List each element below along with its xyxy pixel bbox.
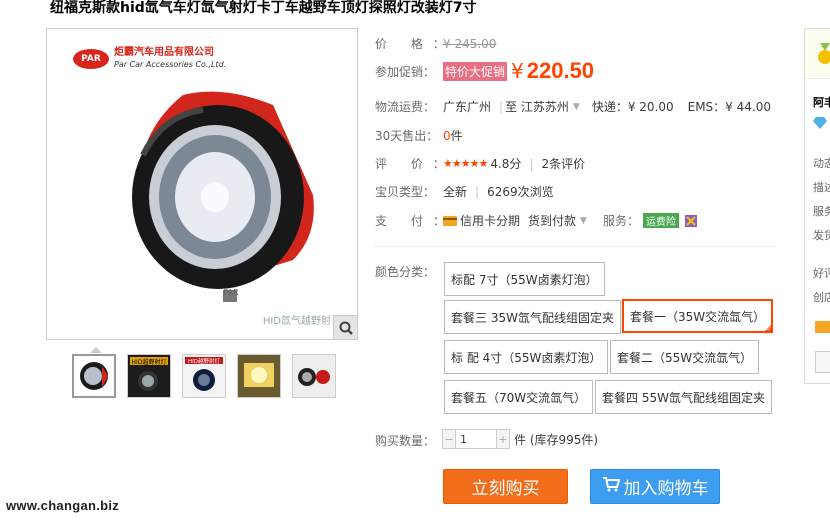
sku-option-3-selected[interactable]: 套餐一（35W交流氙气） ✓ xyxy=(622,299,774,333)
credit-card-icon xyxy=(443,215,457,226)
quantity-label: 购买数量： xyxy=(375,434,436,448)
thumbnail-1[interactable] xyxy=(72,354,116,398)
ship-from: 广东广州 xyxy=(443,100,492,114)
sku-option-3-label: 套餐一（35W交流氙气） xyxy=(630,309,766,324)
star-rating-icon: ★★★★★ xyxy=(443,157,488,170)
review-count-link[interactable]: 2条评价 xyxy=(541,155,585,172)
quantity-input[interactable]: 1 xyxy=(456,429,496,449)
quantity-stepper: − 1 + 件 (库存995件) xyxy=(442,429,598,449)
thumbnail-2[interactable]: HID越野射灯 xyxy=(127,354,171,398)
sales-count: 0 xyxy=(443,128,451,143)
thumbnail-5[interactable] xyxy=(292,354,336,398)
medal-icon xyxy=(818,43,830,64)
image-watermark: HID氙气越野射 xyxy=(262,316,331,327)
sku-option-4[interactable]: 标 配 4寸（55W卤素灯泡） xyxy=(444,340,609,374)
shop-rating-dynamic: 动态 xyxy=(813,157,830,170)
rating-label: 评 价： xyxy=(375,157,455,171)
buy-now-button[interactable]: 立刻购买 xyxy=(443,469,568,504)
shop-rating-service: 服务 xyxy=(813,205,830,218)
product-title: 纽福克斯款hid氙气车灯氙气射灯卡丁车越野车顶灯探照灯改装灯7寸 xyxy=(50,0,477,16)
add-to-cart-label: 加入购物车 xyxy=(623,479,709,499)
stock-info: 件 (库存995件) xyxy=(514,432,599,447)
ems-fee: EMS：¥ 44.00 xyxy=(687,100,771,114)
brand-logo-badge: PAR xyxy=(73,49,109,69)
color-category-label: 颜色分类： xyxy=(375,265,436,279)
rating-row: 评 价： ★★★★★ 4.8分 | 2条评价 xyxy=(375,155,586,172)
rating-score: 4.8分 xyxy=(490,157,522,171)
sku-option-6[interactable]: 套餐五（70W交流氙气） xyxy=(444,380,594,414)
thumbnail-4[interactable] xyxy=(237,354,281,398)
shop-positive-rate: 好评 xyxy=(813,267,830,280)
thumbnail-strip: HID越野射灯 HID越野射灯 xyxy=(72,354,336,398)
payment-row: 支 付： 信用卡分期 货到付款 ▼ 服务： 运费险 xyxy=(375,212,697,229)
site-watermark: www.changan.biz xyxy=(6,498,120,513)
sku-option-5[interactable]: 套餐二（55W交流氙气） xyxy=(610,340,760,374)
shipping-row: 物流运费： 广东广州 | 至 江苏苏州 ▼ 快递：¥ 20.00 EMS：¥ 4… xyxy=(375,98,771,115)
original-price: ¥ 245.00 xyxy=(443,36,497,51)
currency-symbol: ¥ xyxy=(511,59,524,83)
shop-banner xyxy=(805,29,830,79)
zoom-button[interactable] xyxy=(333,315,357,339)
chevron-down-icon[interactable]: ▼ xyxy=(573,102,580,112)
item-type-row: 宝贝类型： 全新 | 6269次浏览 xyxy=(375,184,554,200)
decrease-button[interactable]: − xyxy=(442,429,456,449)
sales-label: 30天售出： xyxy=(375,129,439,143)
shipping-label: 物流运费： xyxy=(375,100,436,114)
credit-installment[interactable]: 信用卡分期 xyxy=(460,212,520,229)
checkmark-icon: ✓ xyxy=(766,325,773,333)
sales-row: 30天售出： 0 件 xyxy=(375,127,463,144)
chevron-down-icon[interactable]: ▼ xyxy=(580,216,587,226)
promo-price-row: 参加促销： 特价大促销 ¥ 220.50 xyxy=(375,58,594,84)
enter-shop-button[interactable] xyxy=(815,351,830,373)
sku-option-2[interactable]: 套餐三 35W氙气配线组固定夹 xyxy=(444,300,621,334)
cash-on-delivery[interactable]: 货到付款 xyxy=(528,212,576,229)
view-count: 6269次浏览 xyxy=(487,185,554,199)
promo-label: 参加促销： xyxy=(375,64,436,79)
thumbnail-3-banner: HID越野射灯 xyxy=(188,357,220,365)
guarantee-icon xyxy=(684,214,697,227)
shop-card-icon xyxy=(815,321,830,333)
service-label: 服务： xyxy=(602,214,639,228)
cart-icon xyxy=(602,476,620,497)
brand-logo: PAR 炬霸汽车用品有限公司 Par Car Accessories Co.,L… xyxy=(73,47,226,71)
spotlight-lamp-image: PAR xyxy=(132,91,314,302)
increase-button[interactable]: + xyxy=(496,429,510,449)
current-price: 220.50 xyxy=(526,58,595,83)
price-label: 价 格： xyxy=(375,37,455,51)
shop-rating-delivery: 发货 xyxy=(813,229,830,242)
sku-option-7[interactable]: 套餐四 55W氙气配线组固定夹 xyxy=(595,380,772,414)
shop-name[interactable]: 阿丰 xyxy=(813,94,830,110)
item-condition: 全新 xyxy=(443,185,468,199)
diamond-icon xyxy=(813,117,827,129)
thumbnail-pointer xyxy=(90,347,102,353)
brand-name-cn: 炬霸汽车用品有限公司 xyxy=(114,47,214,58)
thumbnail-2-banner: HID越野射灯 xyxy=(132,358,167,366)
add-to-cart-button[interactable]: 加入购物车 xyxy=(590,469,720,504)
item-type-label: 宝贝类型： xyxy=(375,185,436,199)
thumbnail-3[interactable]: HID越野射灯 xyxy=(182,354,226,398)
original-price-row: 价 格： ¥ 245.00 xyxy=(375,35,496,52)
shop-panel: 阿丰 动态 描述 服务 发货 好评 创店 xyxy=(804,28,830,384)
payment-label: 支 付： xyxy=(375,214,455,228)
sku-option-1[interactable]: 标配 7寸（55W卤素灯泡） xyxy=(444,262,605,296)
lamp-brand-label: PAR xyxy=(223,288,239,297)
ship-to-selector[interactable]: 至 江苏苏州 xyxy=(505,98,569,115)
shop-founded: 创店 xyxy=(813,291,830,304)
divider xyxy=(375,246,775,247)
main-product-image[interactable]: PAR 炬霸汽车用品有限公司 Par Car Accessories Co.,L… xyxy=(46,28,358,340)
magnifier-icon xyxy=(339,321,353,335)
sales-unit: 件 xyxy=(450,129,463,143)
shipping-insurance-badge[interactable]: 运费险 xyxy=(642,213,679,228)
promo-tag[interactable]: 特价大促销 xyxy=(443,61,508,81)
express-fee: 快递：¥ 20.00 xyxy=(591,100,674,114)
shop-rating-description: 描述 xyxy=(813,181,830,194)
brand-name-en: Par Car Accessories Co.,Ltd. xyxy=(114,60,227,69)
